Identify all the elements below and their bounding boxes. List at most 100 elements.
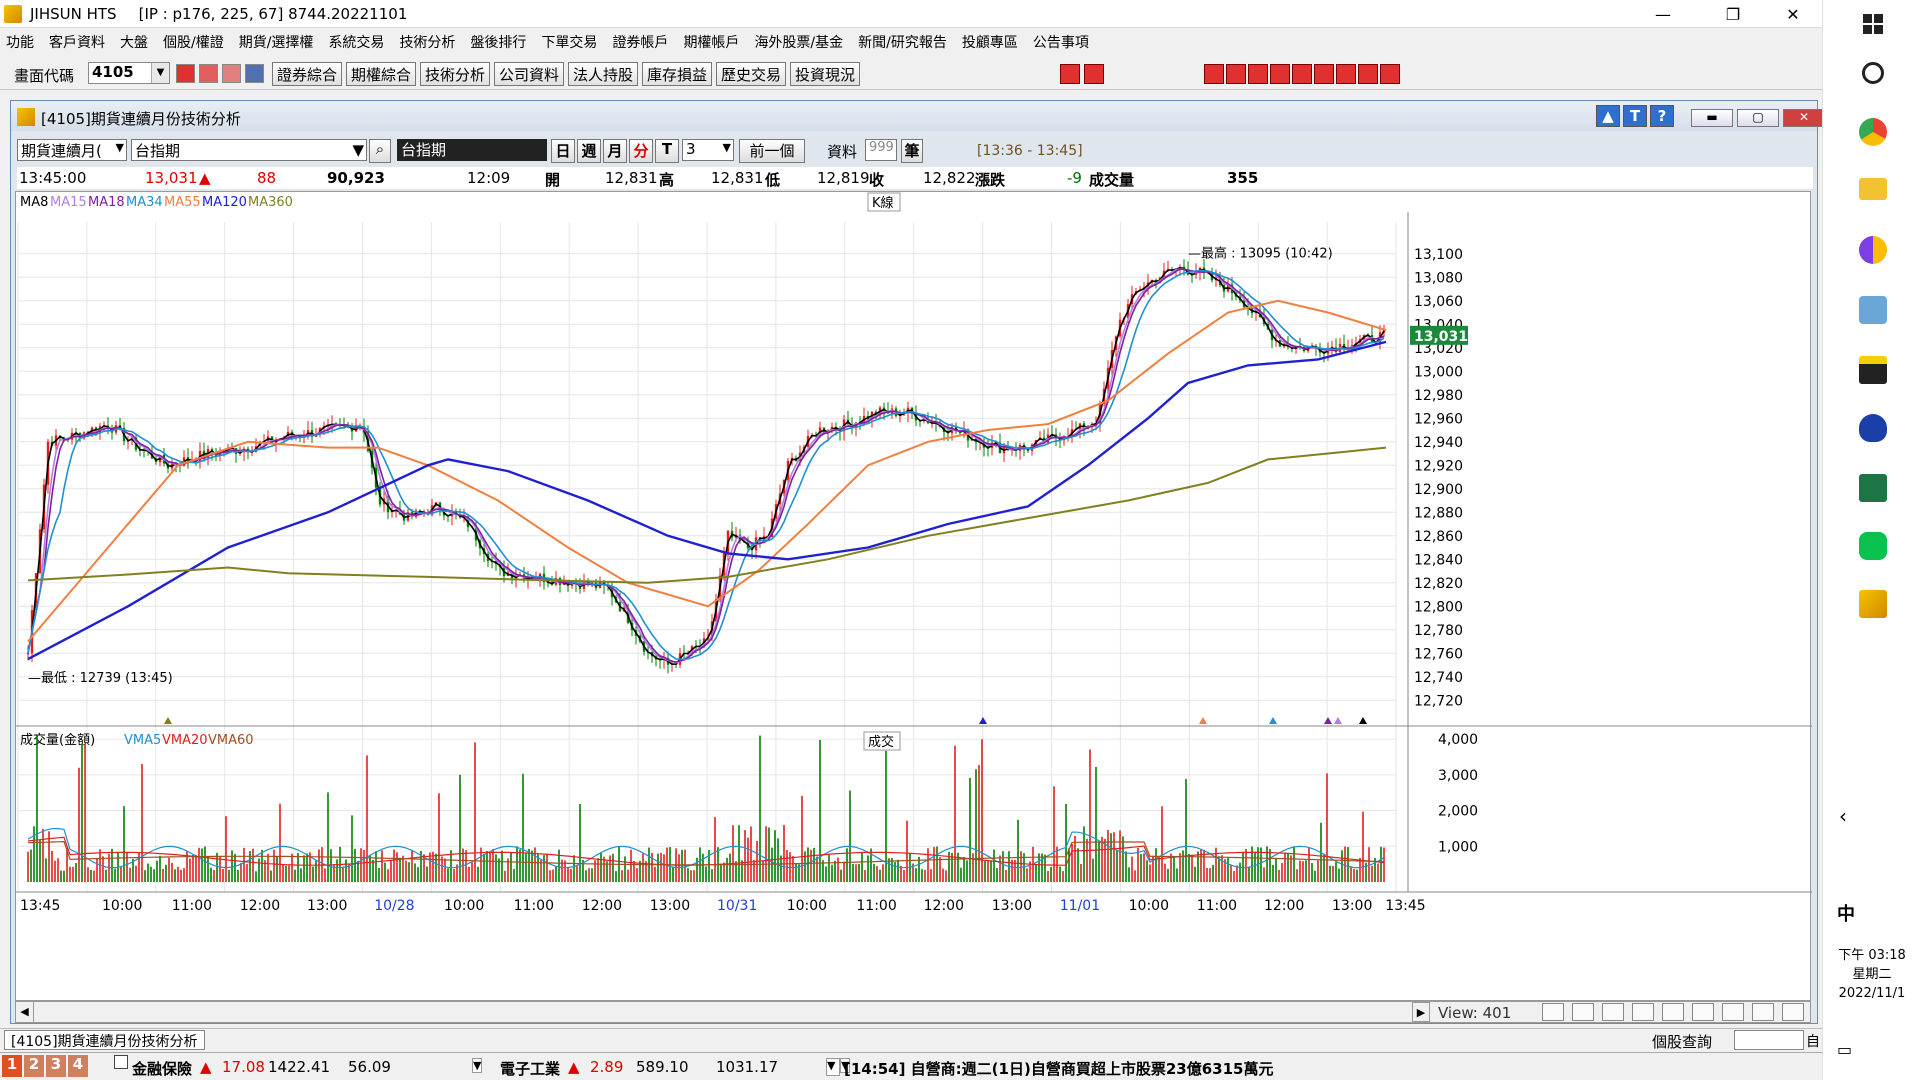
search-icon[interactable] bbox=[176, 64, 195, 83]
menu-item[interactable]: 公告事項 bbox=[1033, 32, 1089, 52]
chrome-canary-icon[interactable] bbox=[1859, 236, 1887, 264]
chrome-icon[interactable] bbox=[1859, 118, 1887, 146]
toolbar-button[interactable]: 公司資料 bbox=[494, 62, 565, 86]
scroll-right-icon[interactable]: ▶ bbox=[1412, 1002, 1430, 1022]
system-clock[interactable]: 下午 03:18 星期二 2022/11/1 bbox=[1823, 946, 1920, 1003]
menu-item[interactable]: 個股/權證 bbox=[163, 32, 224, 52]
ticker-page-button[interactable]: 2 bbox=[24, 1055, 44, 1077]
arrow-left-icon[interactable] bbox=[1060, 64, 1080, 84]
scroll-left-icon[interactable]: ◀ bbox=[16, 1002, 34, 1022]
ticker-page-button[interactable]: 3 bbox=[46, 1055, 66, 1077]
toolbar-button[interactable]: 技術分析 bbox=[420, 62, 491, 86]
tool-icon[interactable] bbox=[1314, 64, 1334, 84]
volume-bar bbox=[129, 867, 131, 882]
menu-item[interactable]: 下單交易 bbox=[541, 32, 597, 52]
sticky-notes-icon[interactable] bbox=[1859, 356, 1887, 384]
ticker-page-button[interactable]: 1 bbox=[2, 1055, 22, 1077]
chart-tool-icon[interactable] bbox=[1632, 1003, 1654, 1021]
notification-icon[interactable]: ▭ bbox=[1837, 1040, 1852, 1059]
menu-item[interactable]: 功能 bbox=[6, 32, 34, 52]
menu-item[interactable]: 大盤 bbox=[120, 32, 148, 52]
period-button[interactable]: T bbox=[655, 139, 679, 163]
symbol-input[interactable]: 台指期 ▼ bbox=[131, 139, 367, 161]
menu-item[interactable]: 技術分析 bbox=[399, 32, 455, 52]
tool-icon[interactable] bbox=[1358, 64, 1378, 84]
chart-tool-icon[interactable] bbox=[1602, 1003, 1624, 1021]
menu-item[interactable]: 系統交易 bbox=[328, 32, 384, 52]
search-icon[interactable] bbox=[1862, 62, 1884, 84]
tool-icon[interactable] bbox=[1292, 64, 1312, 84]
chart-area[interactable]: 13,100 13,080 13,060 13,040 13,020 13,000 12,9… bbox=[15, 191, 1812, 1002]
tool-icon[interactable] bbox=[1226, 64, 1246, 84]
tool-icon[interactable] bbox=[1248, 64, 1268, 84]
menu-item[interactable]: 海外股票/基金 bbox=[754, 32, 843, 52]
chart-tool-icon[interactable] bbox=[1782, 1003, 1804, 1021]
menu-item[interactable]: 投顧專區 bbox=[962, 32, 1018, 52]
price-volume-chart[interactable]: 13,10013,08013,06013,04013,02013,00012,9… bbox=[16, 192, 1812, 1002]
child-close-button[interactable]: ✕ bbox=[1783, 109, 1825, 127]
child-minimize-button[interactable]: ▬ bbox=[1691, 109, 1733, 127]
line-app-icon[interactable] bbox=[1859, 532, 1887, 560]
tab-tech-analysis[interactable]: [4105]期貨連續月份技術分析 bbox=[4, 1030, 205, 1050]
help-icon[interactable]: ? bbox=[1650, 105, 1674, 127]
chart-tool-icon[interactable] bbox=[1662, 1003, 1684, 1021]
toolbar-button[interactable]: 投資現況 bbox=[790, 62, 861, 86]
chart-tool-icon[interactable] bbox=[1572, 1003, 1594, 1021]
tool-icon[interactable] bbox=[1336, 64, 1356, 84]
ticker-checkbox[interactable] bbox=[114, 1055, 128, 1069]
menu-item[interactable]: 期權帳戶 bbox=[683, 32, 739, 52]
toolbar-button[interactable]: 證券綜合 bbox=[272, 62, 343, 86]
chart-tool-icon[interactable] bbox=[1692, 1003, 1714, 1021]
close-button[interactable]: ✕ bbox=[1770, 0, 1816, 28]
period-button[interactable]: 分 bbox=[629, 139, 653, 163]
chart-tool-icon[interactable] bbox=[1752, 1003, 1774, 1021]
menu-item[interactable]: 新聞/研究報告 bbox=[858, 32, 947, 52]
ticker-page-button[interactable]: 4 bbox=[68, 1055, 88, 1077]
arrow-up-icon[interactable]: ▲ bbox=[1596, 105, 1620, 127]
windows-start-icon[interactable] bbox=[1863, 14, 1883, 34]
news-dropdown-icon[interactable]: ▼ bbox=[826, 1058, 840, 1076]
ime-indicator[interactable]: 中 bbox=[1837, 900, 1855, 926]
interval-select[interactable]: 3 ▼ bbox=[682, 139, 734, 161]
menu-item[interactable]: 證券帳戶 bbox=[612, 32, 668, 52]
file-explorer-icon[interactable] bbox=[1859, 178, 1887, 200]
text-tool-icon[interactable]: T bbox=[1623, 105, 1647, 127]
tool-icon[interactable] bbox=[1380, 64, 1400, 84]
window-icon[interactable] bbox=[199, 64, 218, 83]
chevron-left-icon[interactable]: ‹ bbox=[1839, 804, 1847, 828]
child-restore-button[interactable]: ▢ bbox=[1737, 109, 1779, 127]
stock-query-input[interactable] bbox=[1734, 1030, 1804, 1050]
menu-item[interactable]: 盤後排行 bbox=[470, 32, 526, 52]
period-button[interactable]: 週 bbox=[577, 139, 601, 163]
chart-tool-icon[interactable] bbox=[1542, 1003, 1564, 1021]
toolbar-button[interactable]: 法人持股 bbox=[568, 62, 639, 86]
excel-icon[interactable] bbox=[1859, 474, 1887, 502]
minimize-button[interactable]: — bbox=[1640, 0, 1686, 28]
ticker-news[interactable]: [14:54] 自營商:週二(1日)自營商買超上市股票23億6315萬元 bbox=[844, 1058, 1273, 1079]
toolbar-button[interactable]: 庫存損益 bbox=[642, 62, 713, 86]
unit-button[interactable]: 筆 bbox=[901, 139, 923, 163]
series-select[interactable]: 期貨連續月(▼ bbox=[17, 139, 127, 161]
chevron-down-icon[interactable]: ▼ bbox=[151, 63, 169, 83]
chart-tool-icon[interactable] bbox=[1722, 1003, 1744, 1021]
arrow-right-icon[interactable] bbox=[1084, 64, 1104, 84]
menu-item[interactable]: 客戶資料 bbox=[49, 32, 105, 52]
tool-icon[interactable] bbox=[1270, 64, 1290, 84]
maximize-button[interactable]: ❐ bbox=[1710, 0, 1756, 28]
paint-icon[interactable] bbox=[1859, 296, 1887, 324]
lab-flask-icon[interactable] bbox=[1859, 414, 1887, 442]
tool-icon[interactable] bbox=[1204, 64, 1224, 84]
screen-code-input[interactable]: 4105 ▼ bbox=[88, 62, 170, 84]
period-button[interactable]: 日 bbox=[551, 139, 575, 163]
dropdown-icon[interactable] bbox=[245, 64, 264, 83]
menu-item[interactable]: 期貨/選擇權 bbox=[239, 32, 314, 52]
print-icon[interactable] bbox=[222, 64, 241, 83]
ticker-dropdown-icon[interactable]: ▼ bbox=[472, 1058, 483, 1073]
record-count-input[interactable]: 999 bbox=[865, 139, 897, 161]
jihsun-app-icon[interactable] bbox=[1859, 590, 1887, 618]
search-icon[interactable]: ⌕ bbox=[369, 139, 391, 163]
toolbar-button[interactable]: 期權綜合 bbox=[346, 62, 417, 86]
toolbar-button[interactable]: 歷史交易 bbox=[716, 62, 787, 86]
previous-button[interactable]: 前一個 bbox=[739, 139, 805, 163]
period-button[interactable]: 月 bbox=[603, 139, 627, 163]
